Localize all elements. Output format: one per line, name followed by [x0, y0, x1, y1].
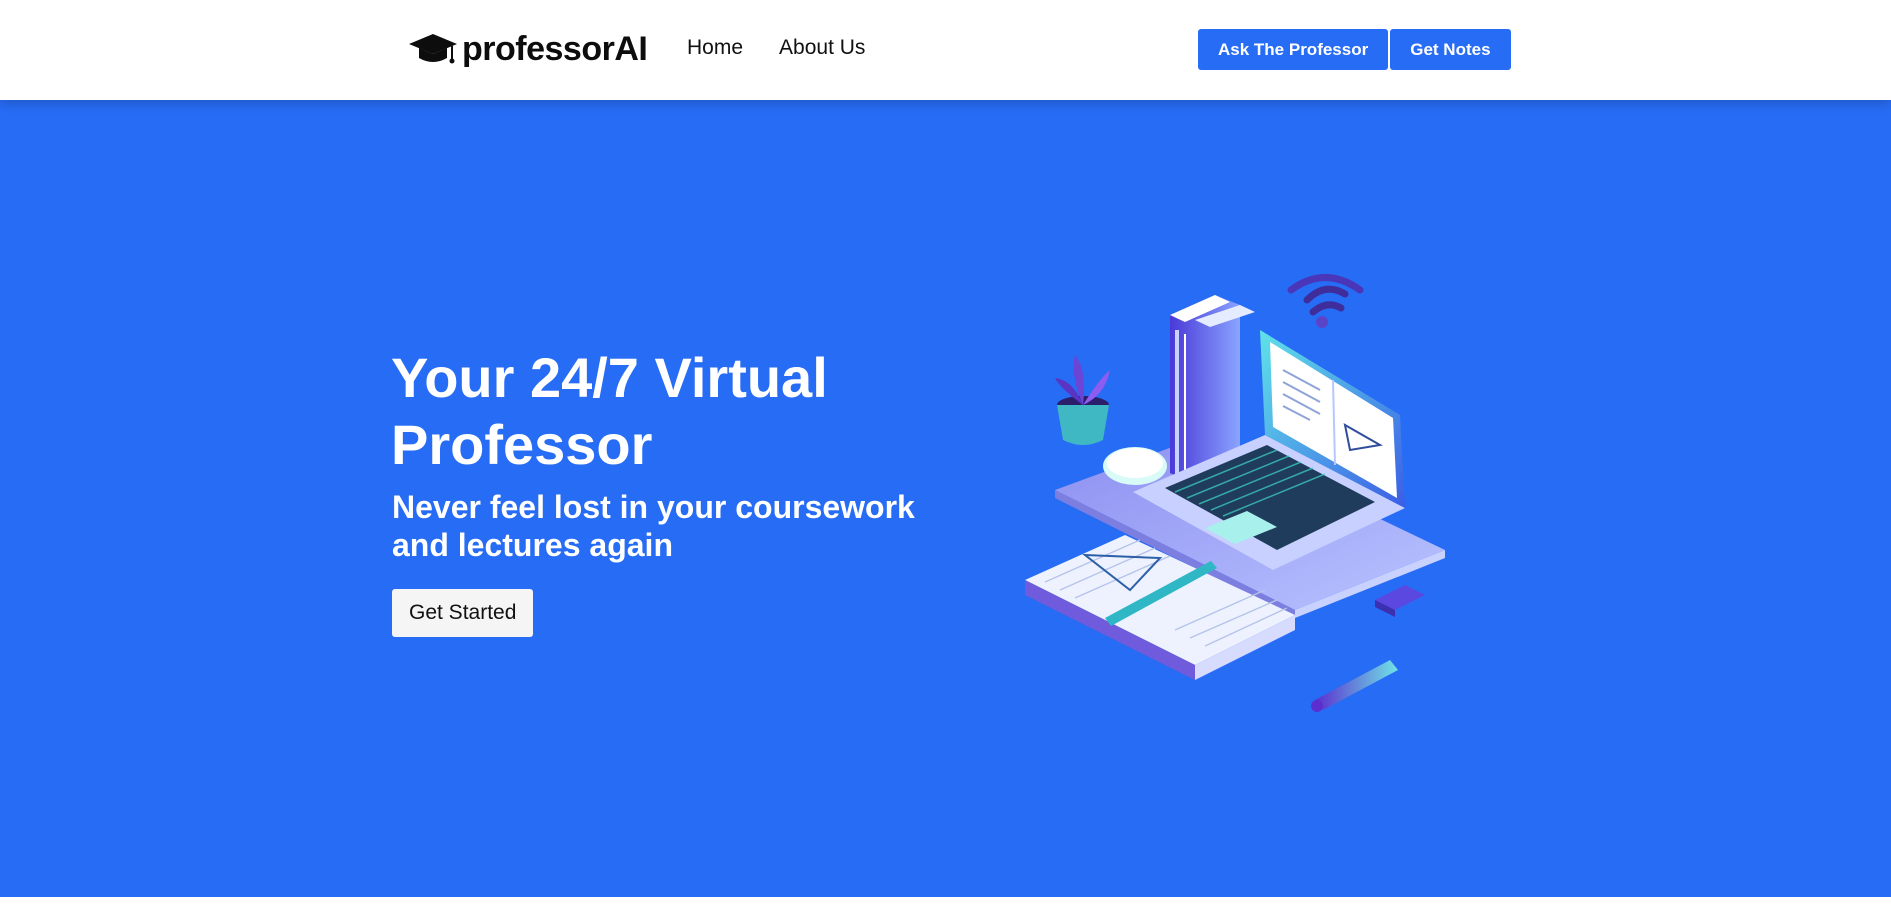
hero-section: Your 24/7 Virtual Professor Never feel l… [0, 100, 1891, 897]
brand-logo[interactable]: professorAI [408, 28, 648, 70]
brand-name: professorAI [462, 29, 648, 68]
hero-title: Your 24/7 Virtual Professor [391, 346, 828, 476]
graduation-cap-icon [408, 32, 458, 66]
ask-the-professor-button[interactable]: Ask The Professor [1198, 29, 1389, 70]
top-navbar: professorAI Home About Us Ask The Profes… [0, 0, 1891, 100]
laptop-books-study-illustration [1015, 260, 1475, 720]
main-nav: Home About Us [687, 36, 865, 60]
get-started-button[interactable]: Get Started [392, 589, 534, 637]
hero-subtitle: Never feel lost in your coursework and l… [392, 489, 915, 563]
nav-link-home[interactable]: Home [687, 36, 743, 60]
nav-actions: Ask The Professor Get Notes [1198, 29, 1511, 70]
nav-link-about-us[interactable]: About Us [779, 36, 865, 60]
get-notes-button[interactable]: Get Notes [1390, 29, 1511, 70]
